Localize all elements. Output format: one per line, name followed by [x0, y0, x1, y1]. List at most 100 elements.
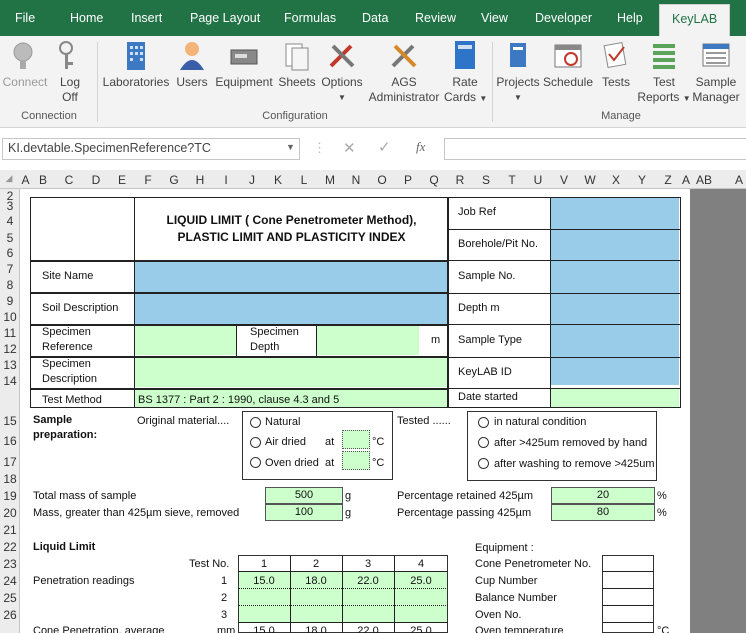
row-header[interactable]: 26	[0, 608, 20, 622]
connect-button[interactable]: Connect	[2, 38, 48, 90]
oven-dried-temp-input[interactable]	[342, 451, 370, 470]
col-header[interactable]: U	[525, 173, 551, 187]
col-header[interactable]: A	[20, 173, 31, 187]
col-header[interactable]: Z	[655, 173, 681, 187]
rate-cards-button[interactable]: Rate Cards ▼	[444, 38, 487, 106]
tab-keylab[interactable]: KeyLAB	[659, 4, 731, 36]
after-washing-radio[interactable]	[478, 458, 489, 469]
col-header[interactable]: H	[187, 173, 213, 187]
col-header[interactable]: W	[577, 173, 603, 187]
col-header[interactable]: B	[31, 173, 55, 187]
col-header[interactable]: AB	[692, 173, 716, 187]
row-header[interactable]: 22	[0, 540, 20, 554]
total-mass-input[interactable]: 500	[265, 487, 343, 504]
col-header[interactable]: C	[55, 173, 83, 187]
col-header[interactable]: R	[447, 173, 473, 187]
col-header[interactable]: E	[109, 173, 135, 187]
col-header[interactable]: F	[135, 173, 161, 187]
col-header[interactable]: J	[239, 173, 265, 187]
options-button[interactable]: Options ▼	[318, 38, 366, 105]
ags-administrator-button[interactable]: AGS Administrator	[366, 38, 442, 105]
worksheet[interactable]: LIQUID LIMIT ( Cone Penetrometer Method)…	[20, 189, 690, 633]
row-header[interactable]: 11	[0, 326, 20, 340]
row-header[interactable]: 20	[0, 506, 20, 520]
row-header[interactable]: 6	[0, 246, 20, 260]
reading-cell[interactable]: 22.0	[342, 575, 394, 587]
row-header[interactable]: 24	[0, 574, 20, 588]
cancel-icon[interactable]: ✕	[343, 139, 356, 157]
row-header[interactable]: 15	[0, 414, 20, 428]
tab-page-layout[interactable]: Page Layout	[190, 11, 260, 25]
row-header[interactable]: 8	[0, 278, 20, 292]
row-header[interactable]: 25	[0, 591, 20, 605]
row-header[interactable]: 18	[0, 472, 20, 486]
schedule-button[interactable]: Schedule	[542, 38, 594, 90]
col-header[interactable]: P	[395, 173, 421, 187]
equipment-button[interactable]: Equipment	[213, 38, 275, 90]
insert-function-icon[interactable]: fx	[416, 139, 425, 155]
air-dried-temp-input[interactable]	[342, 430, 370, 449]
col-header[interactable]: I	[213, 173, 239, 187]
select-all-icon[interactable]: ◢	[4, 173, 14, 184]
col-header[interactable]: M	[317, 173, 343, 187]
tab-view[interactable]: View	[481, 11, 508, 25]
col-header[interactable]: X	[603, 173, 629, 187]
name-box[interactable]: KI.devtable.SpecimenReference?TC	[2, 138, 300, 160]
tab-review[interactable]: Review	[415, 11, 456, 25]
row-header[interactable]: 12	[0, 342, 20, 356]
name-box-dropdown-icon[interactable]: ▼	[286, 142, 295, 152]
row-header[interactable]: 19	[0, 489, 20, 503]
logoff-button[interactable]: Log Off	[52, 38, 88, 105]
row-header[interactable]: 5	[0, 231, 20, 245]
col-header[interactable]: A	[732, 173, 746, 187]
mass-greater-input[interactable]: 100	[265, 504, 343, 521]
reading-cell[interactable]: 18.0	[290, 575, 342, 587]
reading-cell[interactable]: 25.0	[394, 575, 448, 587]
natural-condition-radio[interactable]	[478, 417, 489, 428]
laboratories-button[interactable]: Laboratories	[101, 38, 171, 90]
tests-button[interactable]: Tests	[598, 38, 634, 90]
tab-insert[interactable]: Insert	[131, 11, 162, 25]
row-header[interactable]: 16	[0, 434, 20, 448]
col-header[interactable]: O	[369, 173, 395, 187]
col-header[interactable]: T	[499, 173, 525, 187]
col-header[interactable]: Y	[629, 173, 655, 187]
enter-icon[interactable]: ✓	[378, 138, 391, 156]
users-button[interactable]: Users	[175, 38, 209, 90]
test-reports-button[interactable]: Test Reports ▼	[636, 38, 692, 106]
oven-dried-radio[interactable]	[250, 457, 261, 468]
col-header[interactable]: S	[473, 173, 499, 187]
natural-radio[interactable]	[250, 417, 261, 428]
col-header[interactable]: Q	[421, 173, 447, 187]
col-header[interactable]: N	[343, 173, 369, 187]
col-header[interactable]: A	[680, 173, 692, 187]
row-header[interactable]: 10	[0, 310, 20, 324]
tab-developer[interactable]: Developer	[535, 11, 592, 25]
row-header[interactable]: 9	[0, 294, 20, 308]
sheets-button[interactable]: Sheets	[278, 38, 316, 90]
col-header[interactable]: L	[291, 173, 317, 187]
col-header[interactable]: V	[551, 173, 577, 187]
col-header[interactable]: K	[265, 173, 291, 187]
col-header[interactable]: D	[83, 173, 109, 187]
row-header[interactable]: 14	[0, 374, 20, 388]
air-dried-radio[interactable]	[250, 437, 261, 448]
row-header[interactable]: 23	[0, 557, 20, 571]
row-header[interactable]: 13	[0, 358, 20, 372]
row-header[interactable]: 7	[0, 262, 20, 276]
projects-button[interactable]: Projects ▼	[496, 38, 540, 105]
row-header[interactable]: 21	[0, 523, 20, 537]
tab-formulas[interactable]: Formulas	[284, 11, 336, 25]
tab-data[interactable]: Data	[362, 11, 388, 25]
removed-by-hand-radio[interactable]	[478, 437, 489, 448]
reading-cell[interactable]: 15.0	[238, 575, 290, 587]
formula-input[interactable]	[444, 138, 746, 160]
col-header[interactable]: G	[161, 173, 187, 187]
row-header[interactable]: 4	[0, 214, 20, 228]
sample-manager-button[interactable]: Sample Manager	[692, 38, 740, 105]
tab-file[interactable]: File	[15, 11, 35, 25]
row-header[interactable]: 17	[0, 455, 20, 469]
tab-help[interactable]: Help	[617, 11, 643, 25]
tab-home[interactable]: Home	[70, 11, 103, 25]
row-header[interactable]: 3	[0, 199, 20, 213]
